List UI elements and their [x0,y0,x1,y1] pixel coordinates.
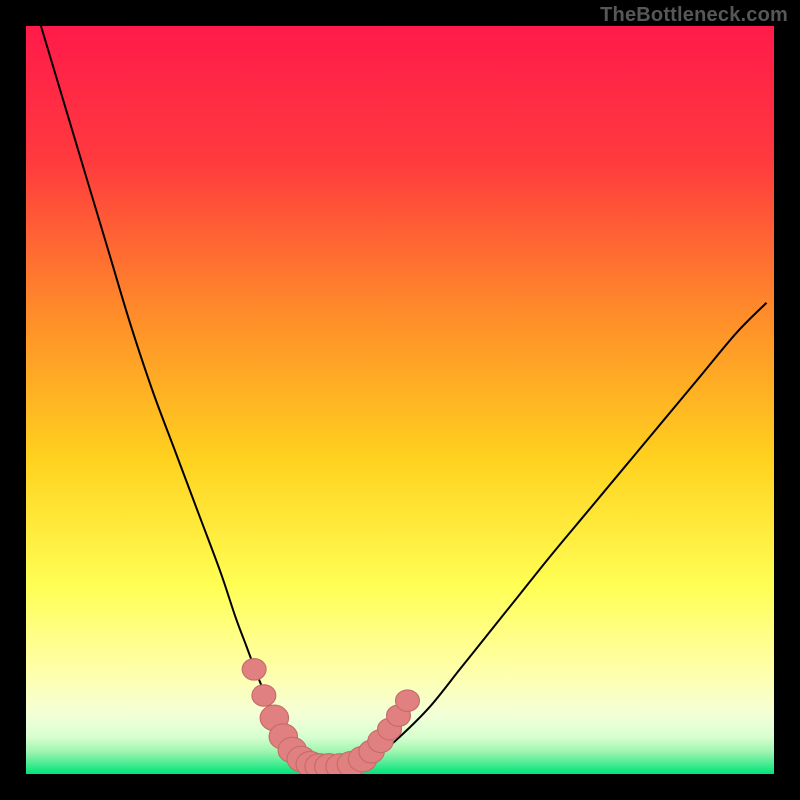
bottleneck-curve [41,26,767,767]
curve-layer [26,26,774,774]
plot-area [26,26,774,774]
chart-frame: TheBottleneck.com [0,0,800,800]
data-marker [252,685,276,707]
watermark-text: TheBottleneck.com [600,4,788,27]
data-marker [242,659,266,681]
data-marker [396,690,420,712]
